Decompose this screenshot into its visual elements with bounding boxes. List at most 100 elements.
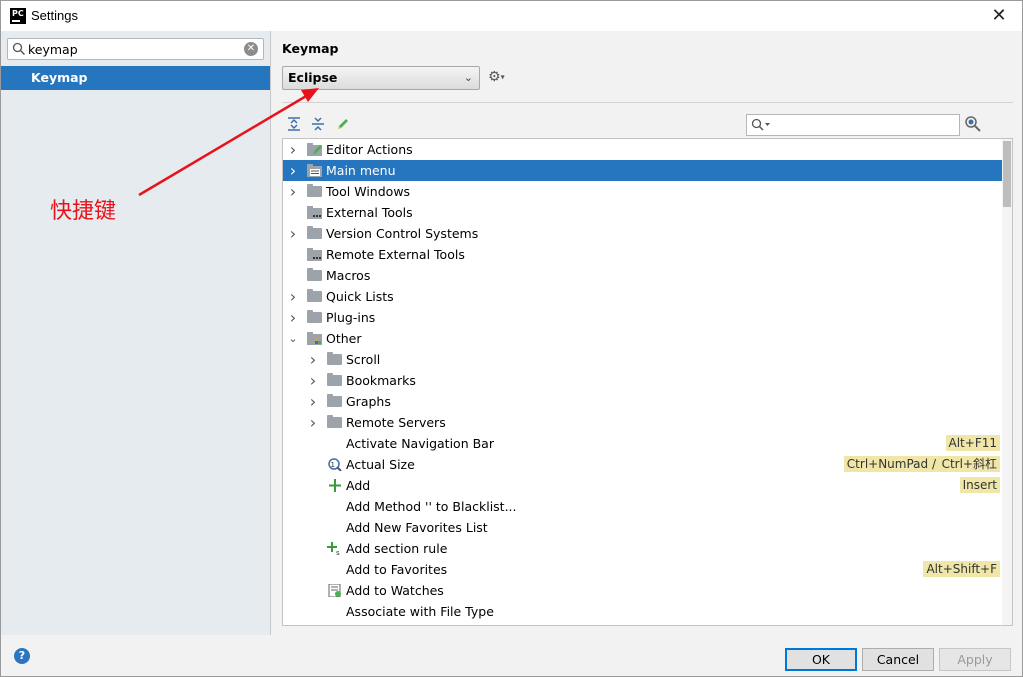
tree-row[interactable]: Add New Favorites List — [283, 517, 1002, 538]
chevron-right-icon[interactable]: › — [308, 412, 318, 433]
expand-all-icon[interactable] — [286, 116, 302, 132]
tree-row[interactable]: › Graphs — [283, 391, 1002, 412]
tree-row[interactable]: ⌄ Other — [283, 328, 1002, 349]
tree-scrollbar-thumb[interactable] — [1003, 141, 1011, 207]
tree-row[interactable]: Add to Watches — [283, 580, 1002, 601]
folder-icon — [327, 373, 342, 386]
search-icon — [12, 42, 26, 56]
chevron-right-icon[interactable]: › — [288, 307, 298, 328]
folder-icon — [327, 352, 342, 365]
tree-row[interactable]: › Remote Servers — [283, 412, 1002, 433]
clear-search-icon[interactable]: ✕ — [244, 42, 258, 56]
tree-row-label: External Tools — [326, 205, 413, 220]
tree-row-label: Other — [326, 331, 362, 346]
folder-icon — [307, 226, 322, 239]
tree-row[interactable]: Macros — [283, 265, 1002, 286]
folder-icon — [327, 415, 342, 428]
chevron-right-icon[interactable]: › — [308, 349, 318, 370]
shortcut-badge: Alt+Shift+F — [923, 561, 1000, 577]
tree-row[interactable]: Associate with File Type — [283, 601, 1002, 622]
folder-icon — [307, 184, 322, 197]
action-filter-input[interactable] — [771, 117, 951, 133]
other-folder-icon — [307, 332, 322, 345]
tree-row-label: Bookmarks — [346, 373, 416, 388]
tree-row[interactable]: › Editor Actions — [283, 139, 1002, 160]
annotation-label: 快捷键 — [50, 199, 117, 224]
collapse-all-icon[interactable] — [310, 116, 326, 132]
add-section-icon: s — [327, 542, 340, 555]
chevron-right-icon[interactable]: › — [288, 139, 298, 160]
help-icon[interactable]: ? — [14, 648, 30, 664]
chevron-down-icon[interactable]: ⌄ — [288, 328, 298, 349]
tree-row-label: Editor Actions — [326, 142, 413, 157]
external-tools-icon — [307, 206, 322, 219]
tree-row[interactable]: › Tool Windows — [283, 181, 1002, 202]
chevron-right-icon[interactable]: › — [288, 181, 298, 202]
tree-row[interactable]: › Plug-ins — [283, 307, 1002, 328]
close-icon[interactable]: ✕ — [991, 5, 1006, 26]
tree-row-label: Add to Watches — [346, 583, 444, 598]
settings-window: ✕ Keymap 快捷键 Keymap Eclipse ⌄ ⚙▾ › Editor… — [0, 31, 1023, 677]
tree-row[interactable]: › Main menu — [283, 160, 1002, 181]
tree-row[interactable]: › Scroll — [283, 349, 1002, 370]
folder-icon — [307, 268, 322, 281]
chevron-right-icon[interactable]: › — [288, 223, 298, 244]
tree-row[interactable]: › Bookmarks — [283, 370, 1002, 391]
chevron-down-icon: ⌄ — [463, 71, 473, 84]
edit-pencil-icon[interactable] — [335, 116, 351, 132]
keymap-scheme-select[interactable]: Eclipse ⌄ — [282, 66, 480, 90]
chevron-right-icon[interactable]: › — [308, 391, 318, 412]
tree-row-label: Actual Size — [346, 457, 415, 472]
keymap-scheme-value: Eclipse — [288, 70, 338, 85]
tree-row[interactable]: Add Method '' to Blacklist... — [283, 496, 1002, 517]
keymap-action-tree[interactable]: › Editor Actions › Main menu › Tool Windows Ex… — [282, 138, 1013, 626]
tree-row-label: Graphs — [346, 394, 391, 409]
tree-row-label: Add to Favorites — [346, 562, 448, 577]
folder-icon — [327, 394, 342, 407]
title-bar: PC Settings ✕ — [0, 0, 1023, 31]
svg-text:1: 1 — [331, 461, 335, 469]
tree-row-label: Remote Servers — [346, 415, 446, 430]
gear-icon[interactable]: ⚙▾ — [488, 69, 505, 85]
tree-row-label: Associate with File Type — [346, 604, 494, 619]
actual-size-icon: 1 — [328, 458, 342, 471]
tree-row-label: Macros — [326, 268, 371, 283]
page-title: Keymap — [282, 41, 339, 56]
divider — [282, 102, 1013, 103]
tree-row[interactable]: Add to Favorites Alt+Shift+F — [283, 559, 1002, 580]
tree-row-label: Tool Windows — [326, 184, 411, 199]
shortcut-badge: Alt+F11 — [945, 435, 1000, 451]
app-icon-text: PC — [12, 9, 24, 18]
shortcut-badge: Ctrl+NumPad / — [843, 456, 939, 472]
cancel-button[interactable]: Cancel — [862, 648, 934, 671]
main-menu-icon — [307, 164, 322, 177]
tree-row[interactable]: 1 Actual Size Ctrl+斜杠 Ctrl+NumPad / — [283, 454, 1002, 475]
tree-row-label: Add — [346, 478, 371, 493]
tree-row[interactable]: Add Insert — [283, 475, 1002, 496]
tree-row[interactable]: s Add section rule — [283, 538, 1002, 559]
action-filter[interactable] — [746, 114, 960, 136]
shortcut-badge: Ctrl+斜杠 — [938, 456, 1000, 472]
tree-row[interactable]: Remote External Tools — [283, 244, 1002, 265]
tree-row[interactable]: › Quick Lists — [283, 286, 1002, 307]
tree-row-label: Add New Favorites List — [346, 520, 488, 535]
tree-row-label: Version Control Systems — [326, 226, 479, 241]
close-button[interactable]: ✕ — [976, 1, 1022, 31]
find-by-shortcut-icon[interactable] — [964, 115, 982, 133]
dialog-footer: ? OK Cancel Apply — [1, 635, 1022, 676]
tree-scrollbar[interactable] — [1002, 139, 1012, 625]
keymap-panel: Keymap Eclipse ⌄ ⚙▾ › Editor Actions › Main… — [272, 31, 1022, 635]
settings-search[interactable]: ✕ — [7, 38, 264, 60]
sidebar-item-keymap[interactable]: Keymap — [1, 66, 270, 90]
settings-search-input[interactable] — [28, 41, 243, 57]
tree-row[interactable]: Activate Navigation Bar Alt+F11 — [283, 433, 1002, 454]
tree-row-label: Plug-ins — [326, 310, 376, 325]
chevron-right-icon[interactable]: › — [288, 160, 298, 181]
ok-button[interactable]: OK — [785, 648, 857, 671]
tree-row[interactable]: External Tools — [283, 202, 1002, 223]
editor-actions-icon — [307, 143, 322, 156]
tree-row[interactable]: › Version Control Systems — [283, 223, 1002, 244]
chevron-right-icon[interactable]: › — [288, 286, 298, 307]
chevron-right-icon[interactable]: › — [308, 370, 318, 391]
apply-button[interactable]: Apply — [939, 648, 1011, 671]
